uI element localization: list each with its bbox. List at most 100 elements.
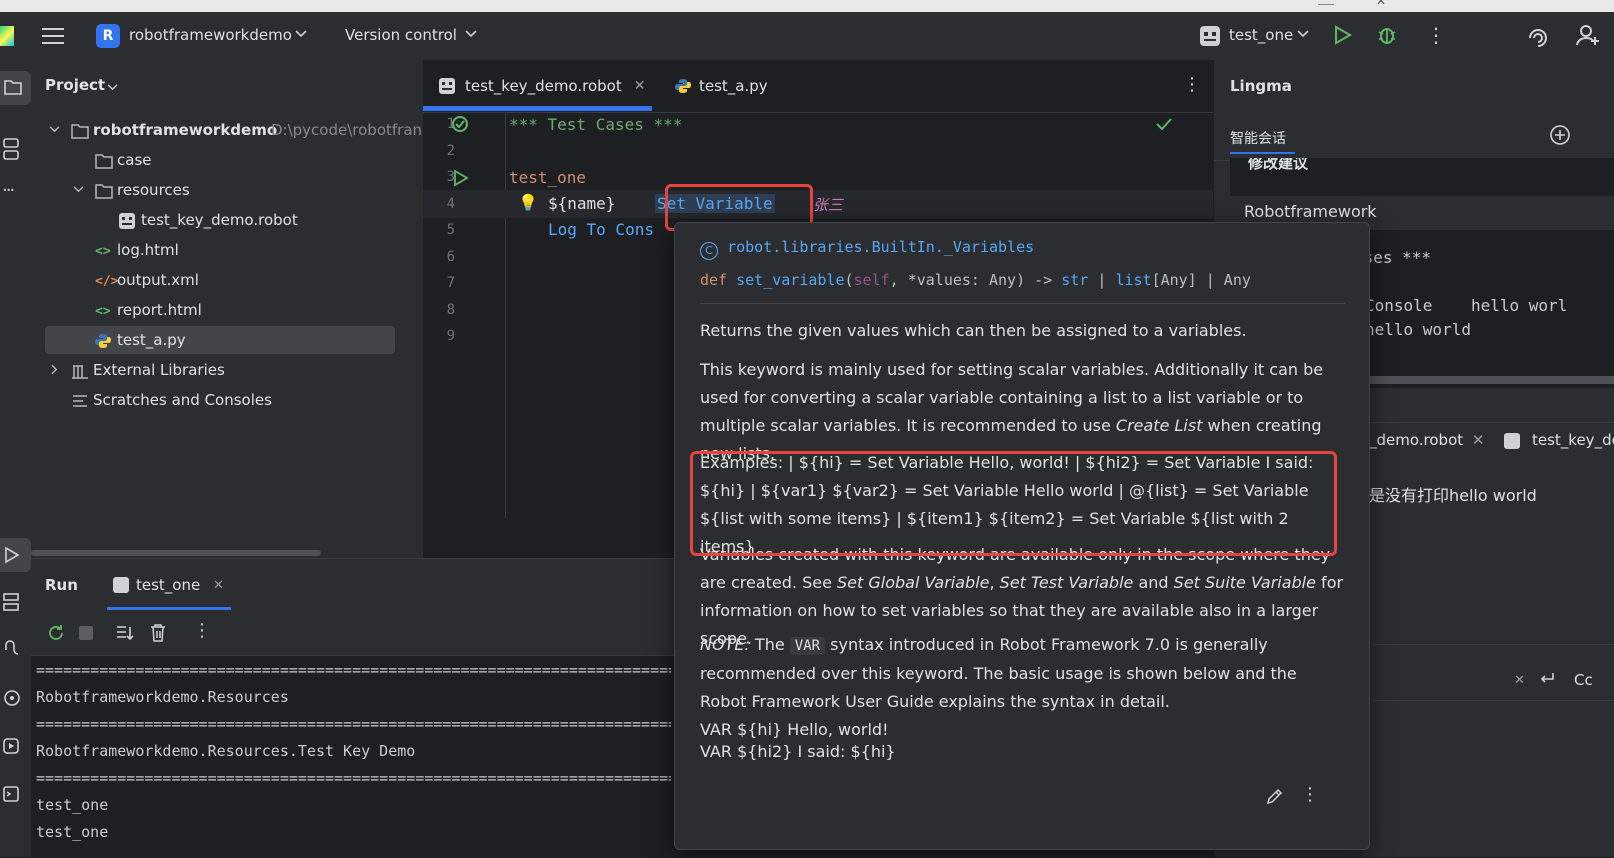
doc-class-path[interactable]: robot.libraries.BuiltIn._Variables xyxy=(727,238,1034,256)
popup-more-icon[interactable]: ⋮ xyxy=(1301,784,1319,805)
add-user-icon[interactable] xyxy=(1576,23,1600,47)
close-window-icon[interactable]: ✕ xyxy=(1376,0,1386,8)
terminal-icon[interactable] xyxy=(3,784,21,804)
line-number[interactable]: 7 xyxy=(423,275,455,291)
code-scrollbar[interactable] xyxy=(1360,376,1614,384)
test-passed-icon[interactable] xyxy=(451,115,469,133)
line-number[interactable]: 9 xyxy=(423,328,455,344)
line-number[interactable]: 3 xyxy=(423,169,455,185)
tree-item-test-a-py[interactable]: test_a.py xyxy=(45,326,395,354)
scroll-to-end-icon[interactable] xyxy=(116,624,134,642)
structure-tool-icon[interactable] xyxy=(3,138,21,160)
tree-item-output-xml[interactable]: </> output.xml xyxy=(31,266,423,294)
tab-test-a-py[interactable]: test_a.py xyxy=(675,60,768,112)
chevron-icon[interactable] xyxy=(73,186,84,193)
console-line: test_one xyxy=(36,796,109,814)
doc-note: NOTE: The VAR syntax introduced in Robot… xyxy=(700,631,1345,716)
lingma-title: Lingma xyxy=(1230,77,1292,95)
horizontal-scrollbar[interactable] xyxy=(31,550,321,556)
run-config-selector[interactable]: test_one xyxy=(1229,26,1293,44)
project-badge[interactable]: R xyxy=(96,24,120,48)
line-number[interactable]: 8 xyxy=(423,302,455,318)
tree-item-log-html[interactable]: <> log.html xyxy=(31,236,423,264)
tree-item-label: Scratches and Consoles xyxy=(93,391,272,409)
tree-item-label: report.html xyxy=(117,301,202,319)
doc-var-line-1: VAR ${hi} Hello, world! xyxy=(700,720,889,739)
tab-options-icon[interactable]: ⋮ xyxy=(1183,74,1201,95)
sig-type-list[interactable]: list xyxy=(1115,271,1151,289)
edit-source-icon[interactable] xyxy=(1265,788,1283,806)
doc-link-set-global-variable[interactable]: Set Global Variable xyxy=(837,573,989,592)
python-file-icon xyxy=(675,78,691,94)
debug-icon[interactable] xyxy=(1376,24,1398,46)
run-icon[interactable] xyxy=(1334,25,1352,45)
code-log-keyword[interactable]: Log To Cons xyxy=(548,220,654,239)
run-tool-icon[interactable] xyxy=(0,538,31,572)
tab-smart-chat[interactable]: 智能会话 xyxy=(1230,128,1286,148)
sig-type-str[interactable]: str xyxy=(1061,271,1088,289)
project-name-menu[interactable]: robotframeworkdemo xyxy=(129,26,292,44)
doc-divider xyxy=(700,303,1345,304)
chevron-down-icon xyxy=(107,84,118,91)
services-tool-icon[interactable] xyxy=(3,592,21,612)
close-tab-icon[interactable]: ✕ xyxy=(634,78,646,94)
line-number[interactable]: 6 xyxy=(423,249,455,265)
code-value[interactable]: 张三 xyxy=(813,194,843,215)
stop-icon[interactable] xyxy=(79,626,93,640)
code-test-name[interactable]: test_one xyxy=(509,168,586,187)
project-tool-icon[interactable] xyxy=(0,71,31,105)
code-section-header[interactable]: *** Test Cases *** xyxy=(509,115,682,134)
tab-test-key-demo-robot[interactable]: test_key_demo.robot ✕ xyxy=(439,60,645,112)
more-actions-icon[interactable]: ⋮ xyxy=(1426,23,1446,47)
context-file-chip[interactable]: test_key_de xyxy=(1532,431,1614,449)
code-variable[interactable]: ${name} xyxy=(548,194,615,213)
chevron-icon[interactable] xyxy=(51,364,58,375)
line-number[interactable]: 4 xyxy=(423,196,455,212)
console-line: test_one xyxy=(36,823,109,841)
run-tab-test-one[interactable]: test_one xyxy=(136,576,200,594)
python-console-icon[interactable] xyxy=(3,688,21,708)
run-test-gutter-icon[interactable] xyxy=(453,169,469,187)
new-chat-icon[interactable] xyxy=(1549,124,1571,146)
line-number[interactable]: 2 xyxy=(423,143,455,159)
clear-search-icon[interactable]: ✕ xyxy=(1514,673,1525,688)
tree-item-external-libraries[interactable]: External Libraries xyxy=(31,356,423,384)
python-packages-icon[interactable] xyxy=(3,640,21,660)
tree-item-report-html[interactable]: <> report.html xyxy=(31,296,423,324)
line-number[interactable]: 5 xyxy=(423,222,455,238)
doc-link-set-suite-variable[interactable]: Set Suite Variable xyxy=(1174,573,1316,592)
tree-item-robotframeworkdemo[interactable]: robotframeworkdemo D:\pycode\robotfran xyxy=(31,116,423,144)
code-snippet-line: hello world xyxy=(1365,320,1471,339)
tree-item-test-key-demo-robot[interactable]: test_key_demo.robot xyxy=(31,206,423,234)
doc-text: , xyxy=(989,573,1000,592)
more-run-options-icon[interactable]: ⋮ xyxy=(193,620,211,641)
more-tools-icon[interactable]: ··· xyxy=(2,180,15,201)
clear-console-icon[interactable] xyxy=(149,623,167,643)
doc-inline-code: VAR xyxy=(789,637,826,655)
replace-icon[interactable] xyxy=(1538,671,1556,687)
lightbulb-icon[interactable]: 💡 xyxy=(518,193,538,212)
project-panel-title[interactable]: Project xyxy=(45,76,105,94)
tree-item-scratches-and-consoles[interactable]: Scratches and Consoles xyxy=(31,386,423,414)
rerun-icon[interactable] xyxy=(47,624,65,642)
remove-file-icon[interactable]: ✕ xyxy=(1472,431,1485,449)
services-run-icon[interactable] xyxy=(3,736,21,756)
doc-link-set-test-variable[interactable]: Set Test Variable xyxy=(1000,573,1134,592)
tree-item-case[interactable]: case xyxy=(31,146,423,174)
tree-item-label: robotframeworkdemo xyxy=(93,121,278,139)
minimize-icon[interactable] xyxy=(1318,0,1334,5)
tree-item-label: External Libraries xyxy=(93,361,225,379)
suggestion-heading: 修改建议 xyxy=(1248,158,1309,172)
match-case-toggle[interactable]: Cc xyxy=(1574,671,1593,689)
tree-item-label: test_key_demo.robot xyxy=(141,211,298,229)
tree-item-resources[interactable]: resources xyxy=(31,176,423,204)
console-line: ========================================… xyxy=(36,715,671,733)
console-output[interactable]: ========================================… xyxy=(31,655,671,858)
context-file-chip[interactable]: _demo.robot ✕ xyxy=(1369,431,1485,449)
lingma-spiral-icon[interactable] xyxy=(1526,24,1550,48)
chevron-icon[interactable] xyxy=(49,126,60,133)
main-menu-icon[interactable] xyxy=(40,24,66,48)
version-control-menu[interactable]: Version control xyxy=(345,26,457,44)
doc-link-create-list[interactable]: Create List xyxy=(1116,416,1203,435)
close-run-tab-icon[interactable]: ✕ xyxy=(213,578,224,593)
